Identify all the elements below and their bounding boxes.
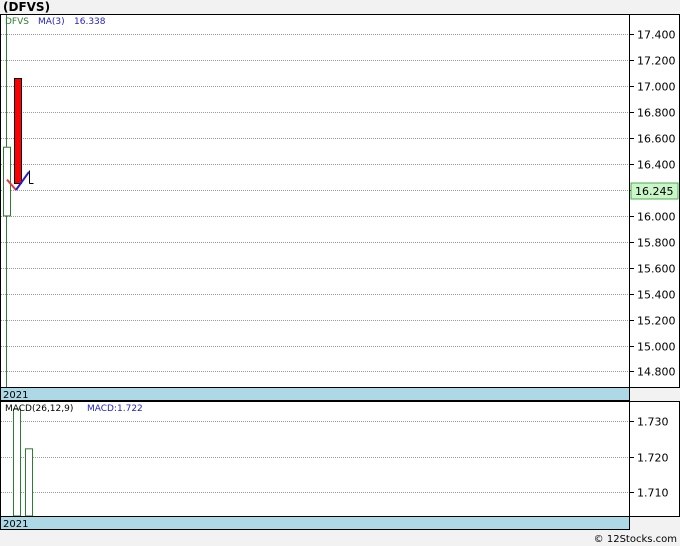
macd-bar (25, 448, 33, 517)
price-tick-label: 17.200 (637, 55, 676, 68)
price-tick-label: 14.800 (637, 366, 676, 379)
price-axis-panel (629, 14, 680, 388)
price-panel (0, 14, 630, 388)
price-date-band (0, 387, 630, 401)
macd-date-band (0, 516, 630, 530)
legend-ma-value: 16.338 (74, 17, 106, 27)
macd-tick-label: 1.710 (637, 487, 669, 500)
last-price-label: 16.245 (635, 185, 674, 198)
price-tick-label: 16.600 (637, 133, 676, 146)
macd-panel (0, 401, 630, 517)
stock-chart: 17.400 17.200 17.000 16.800 16.600 16.400 16.2… (0, 14, 680, 530)
macd-date-label: 2021 (3, 519, 28, 530)
price-tick-label: 15.200 (637, 315, 676, 328)
macd-tick-label: 1.730 (637, 416, 669, 429)
price-date-label: 2021 (3, 390, 28, 401)
price-tick-label: 15.400 (637, 289, 676, 302)
macd-legend-value: MACD:1.722 (87, 404, 143, 414)
watermark: © 12Stocks.com (593, 534, 677, 545)
legend-ma-label: MA(3) (38, 17, 65, 27)
macd-tick-label: 1.720 (637, 452, 669, 465)
price-tick-label: 15.800 (637, 237, 676, 250)
price-tick-label: 16.800 (637, 107, 676, 120)
price-tick-label: 17.400 (637, 29, 676, 42)
macd-bar (13, 408, 21, 517)
candle-body (14, 78, 22, 185)
price-tick-label: 15.600 (637, 263, 676, 276)
legend-symbol: DFVS (5, 17, 29, 27)
price-tick-label: 16.000 (637, 211, 676, 224)
price-tick-label: 17.000 (637, 81, 676, 94)
price-tick-label: 16.400 (637, 159, 676, 172)
macd-legend-label: MACD(26,12,9) (5, 404, 73, 414)
price-tick-label: 15.000 (637, 341, 676, 354)
